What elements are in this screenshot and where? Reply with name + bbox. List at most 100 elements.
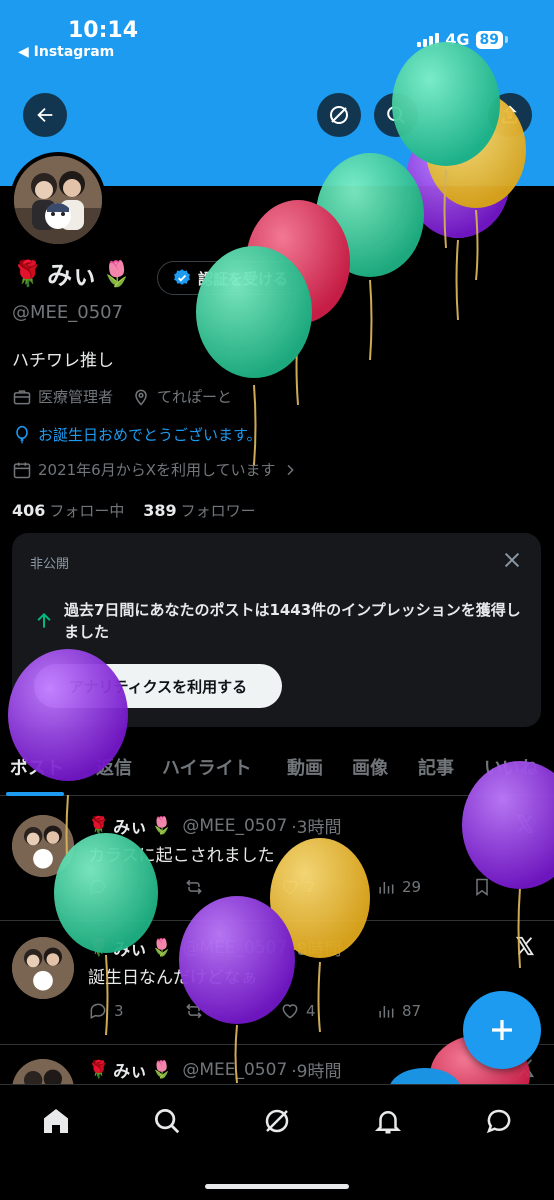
post-time: ·9時間 — [291, 1062, 342, 1082]
reply-button[interactable]: 3 — [88, 1001, 184, 1021]
network-type: 4G — [445, 30, 470, 49]
rose-emoji: 🌹 — [88, 1059, 110, 1080]
tulip-emoji: 🌷 — [151, 815, 173, 836]
post-avatar-photo — [12, 815, 74, 877]
profile-meta-row: 医療管理者 てれぽーと — [12, 386, 232, 407]
post-header: 🌹 みぃ 🌷 @MEE_0507 ·8時間 — [88, 935, 342, 961]
tab-videos[interactable]: 動画 — [287, 754, 323, 780]
birthday-message: お誕生日おめでとうございます。 — [38, 426, 262, 444]
briefcase-icon — [13, 389, 31, 404]
share-button[interactable] — [488, 93, 532, 137]
following-label: フォロー中 — [49, 502, 125, 520]
post-text: 誕生日なんだけどなぁ — [88, 968, 258, 988]
home-indicator — [205, 1184, 349, 1189]
close-icon — [504, 552, 520, 568]
card-close-button[interactable] — [501, 549, 523, 575]
profile-tabs: ポスト 返信 ハイライト 動画 画像 記事 いいね — [0, 750, 554, 796]
nav-notifications[interactable] — [368, 1101, 408, 1141]
view-count: 87 — [402, 1002, 422, 1020]
post-time: ·3時間 — [291, 818, 342, 838]
search-icon — [155, 1109, 180, 1134]
profile-job: 医療管理者 — [38, 388, 114, 406]
repost-button[interactable] — [184, 1001, 280, 1021]
follow-stats: 406 フォロー中 389 フォロワー — [12, 500, 256, 521]
x-logo-icon — [514, 813, 536, 839]
post-avatar-photo — [12, 1059, 74, 1085]
rose-emoji: 🌹 — [88, 937, 110, 958]
reply-icon — [90, 879, 106, 895]
back-button[interactable] — [23, 93, 67, 137]
private-analytics-card: 非公開 過去7日間にあなたのポストは1443件のインプレッションを獲得しました … — [12, 533, 541, 727]
reply-count: 3 — [114, 1002, 124, 1020]
like-count: 4 — [306, 1002, 316, 1020]
nav-messages[interactable] — [479, 1101, 519, 1141]
like-button[interactable]: 4 — [280, 1001, 376, 1021]
status-time: 10:14 — [68, 18, 139, 43]
view-count: 29 — [402, 878, 422, 896]
grok-icon — [330, 106, 348, 124]
post-header: 🌹 みぃ 🌷 @MEE_0507 ·9時間 — [88, 1057, 342, 1083]
tab-likes[interactable]: いいね — [484, 754, 538, 780]
grok-button[interactable] — [317, 93, 361, 137]
profile-avatar[interactable] — [10, 152, 106, 248]
views-icon — [379, 1006, 394, 1018]
compose-post-button[interactable] — [463, 991, 541, 1069]
chevron-right-icon — [287, 464, 294, 475]
tab-posts[interactable]: ポスト — [10, 754, 64, 780]
bookmark-icon — [476, 878, 488, 896]
post-time: ·8時間 — [291, 940, 342, 960]
post-avatar[interactable] — [12, 937, 74, 999]
post-author-handle: @MEE_0507 — [182, 1059, 288, 1080]
arrow-up-icon — [34, 611, 54, 635]
post-author-name[interactable]: みぃ — [113, 813, 147, 838]
tab-highlights[interactable]: ハイライト — [162, 754, 252, 780]
tab-images[interactable]: 画像 — [352, 754, 388, 780]
signal-icon — [417, 32, 440, 47]
post-author-name[interactable]: みぃ — [113, 935, 147, 960]
x-logo-icon — [514, 935, 536, 961]
post-avatar[interactable] — [12, 815, 74, 877]
nav-search[interactable] — [147, 1101, 187, 1141]
bookmark-button[interactable] — [472, 877, 492, 897]
reply-button[interactable] — [88, 877, 184, 897]
analytics-button[interactable]: アナリティクスを利用する — [34, 664, 282, 708]
impressions-message: 過去7日間にあなたのポストは1443件のインプレッションを獲得しました — [64, 601, 521, 641]
repost-button[interactable] — [184, 877, 280, 897]
location-pin-icon — [135, 389, 147, 406]
back-to-instagram-link[interactable]: ◀ Instagram — [18, 44, 114, 60]
private-tag: 非公開 — [30, 557, 70, 572]
tab-articles[interactable]: 記事 — [418, 754, 454, 780]
profile-name-text: みぃ — [47, 261, 98, 290]
followers-link[interactable]: 389 フォロワー — [143, 501, 256, 520]
post-item[interactable]: 🌹 みぃ 🌷 @MEE_0507 ·3時間 カラスに起こされました 2 29 — [0, 797, 554, 921]
reply-icon — [90, 1003, 106, 1019]
post-avatar[interactable] — [12, 1059, 74, 1085]
nav-home[interactable] — [36, 1101, 76, 1141]
plus-icon — [492, 1020, 512, 1040]
profile-name: 🌹 みぃ 🌷 — [12, 256, 132, 292]
search-button[interactable] — [374, 93, 418, 137]
nav-grok[interactable] — [257, 1101, 297, 1141]
repost-icon — [186, 879, 202, 895]
tulip-emoji: 🌷 — [151, 937, 173, 958]
status-indicators: 4G 89 — [417, 30, 508, 49]
views-icon — [379, 882, 394, 894]
get-verified-button[interactable]: 認証を受ける — [157, 261, 306, 295]
views-button[interactable]: 87 — [376, 1001, 472, 1021]
calendar-icon — [13, 462, 31, 478]
post-author-name[interactable]: みぃ — [113, 1057, 147, 1082]
messages-icon — [486, 1109, 511, 1134]
repost-icon — [186, 1003, 202, 1019]
following-link[interactable]: 406 フォロー中 — [12, 501, 125, 520]
views-button[interactable]: 29 — [376, 877, 472, 897]
heart-icon — [282, 880, 298, 895]
rose-emoji: 🌹 — [12, 259, 44, 288]
like-count: 2 — [306, 878, 316, 896]
joined-row[interactable]: 2021年6月からXを利用しています — [12, 459, 298, 480]
followers-label: フォロワー — [180, 502, 256, 520]
tab-replies[interactable]: 返信 — [96, 754, 132, 780]
bottom-navigation — [0, 1084, 554, 1200]
avatar-photo — [14, 156, 102, 244]
search-icon — [387, 106, 405, 124]
like-button[interactable]: 2 — [280, 877, 376, 897]
